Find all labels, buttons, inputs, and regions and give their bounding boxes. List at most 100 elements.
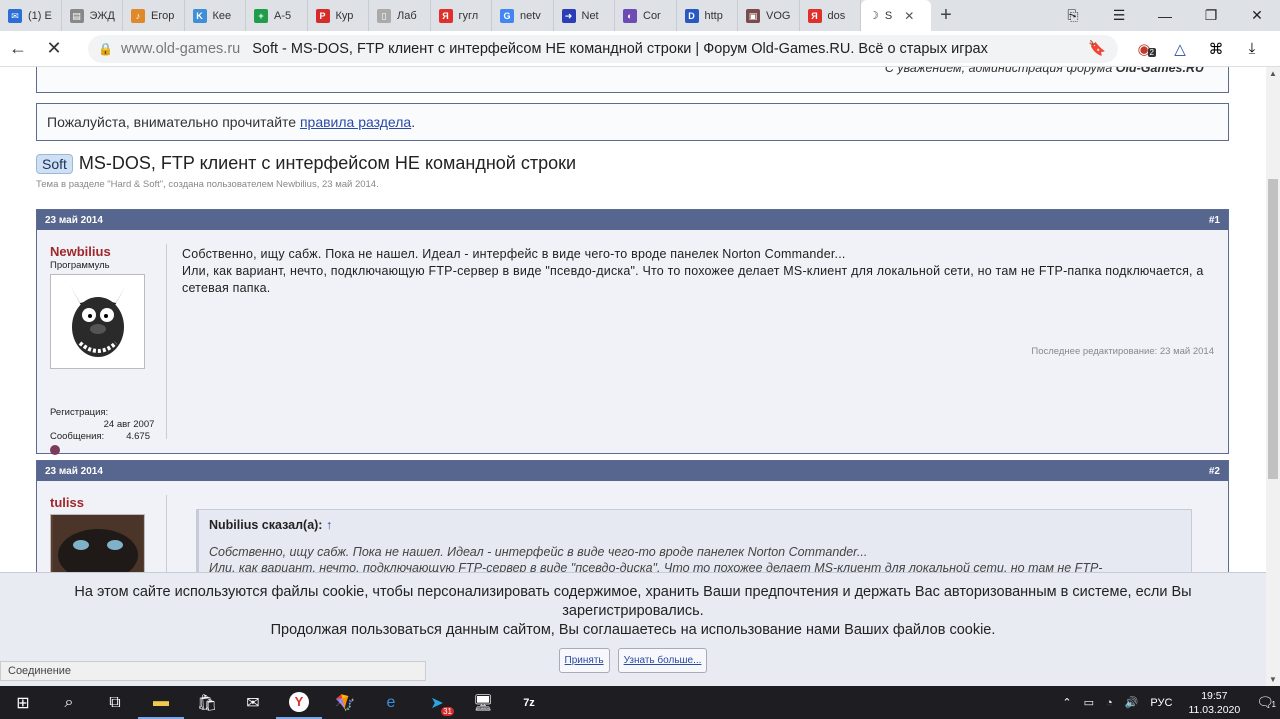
post-number[interactable]: #2 <box>1209 466 1220 477</box>
edge-icon[interactable]: e <box>368 686 414 719</box>
date: 11.03.2020 <box>1188 703 1241 716</box>
page-scrollbar[interactable]: ▲ ▼ <box>1266 67 1280 686</box>
tab-6[interactable]: ▯ Лаб <box>369 0 431 31</box>
yandex-browser-icon[interactable]: Y <box>276 686 322 719</box>
quote-author: Nubilius сказал(а): <box>209 518 323 532</box>
tab-label: А-5 <box>274 9 292 22</box>
username[interactable]: Newbilius <box>50 244 168 259</box>
avatar[interactable] <box>50 514 145 574</box>
scroll-up-icon[interactable]: ▲ <box>1266 69 1280 78</box>
tab-favicon-icon: ✉ <box>8 8 22 23</box>
task-view-icon[interactable]: ⧉ <box>92 686 138 719</box>
search-icon[interactable]: ⌕ <box>46 686 92 719</box>
collections-icon[interactable]: ⎘ <box>1050 7 1096 24</box>
tab-4[interactable]: + А-5 <box>246 0 308 31</box>
quote-line: Собственно, ищу сабж. Пока не нашел. Иде… <box>209 545 868 559</box>
telegram-icon[interactable]: ➤ 31 <box>414 686 460 719</box>
message-line: Собственно, ищу сабж. Пока не нашел. Иде… <box>182 247 846 261</box>
username[interactable]: tuliss <box>50 495 168 510</box>
admin-signature: С уважением, администрация форума Old-Ga… <box>885 67 1204 75</box>
avatar[interactable] <box>50 274 145 369</box>
windows-taskbar: ⊞ ⌕ ⧉ ▬ 🛍 ✉ Y 🪁 e ➤ 31 🖥 7z ⌃ ▭ ◔ 🔊 РУС 1… <box>0 686 1280 719</box>
post-header: 23 май 2014 #1 <box>37 210 1228 230</box>
back-button[interactable]: ← <box>0 38 36 59</box>
alice-icon[interactable]: △ <box>1162 40 1198 58</box>
tab-7[interactable]: Ягугл <box>431 0 492 31</box>
post-date: 23 май 2014 <box>45 214 103 226</box>
quote-arrow-icon[interactable]: ↑ <box>326 518 332 532</box>
volume-icon[interactable]: 🔊 <box>1125 696 1139 709</box>
tab-label: netv <box>520 9 541 22</box>
tab-2[interactable]: ♪ Егор <box>123 0 185 31</box>
tab-11[interactable]: Dhttp <box>677 0 738 31</box>
tab-favicon-icon: ▤ <box>69 8 84 23</box>
signature-site: Old-Games.RU <box>1115 67 1204 75</box>
system-tray: ⌃ ▭ ◔ 🔊 РУС 19:57 11.03.2020 🗨 1 <box>1056 686 1280 719</box>
page-title-in-address: Soft - MS-DOS, FTP клиент с интерфейсом … <box>252 40 988 57</box>
tab-label: Кее <box>212 9 232 22</box>
user-title: Программуль <box>50 260 110 271</box>
tab-favicon-icon: K <box>192 8 207 23</box>
thread-meta: Тема в разделе "Hard & Soft", создана по… <box>36 179 379 190</box>
wolf-avatar-icon <box>55 276 140 367</box>
store-icon[interactable]: 🛍 <box>184 686 230 719</box>
learn-more-button[interactable]: Узнать больше... <box>617 648 708 673</box>
tab-10[interactable]: ◐ Cor <box>615 0 677 31</box>
close-tab-icon[interactable]: ✕ <box>904 9 914 23</box>
tab-label: гугл <box>458 9 479 22</box>
tab-1[interactable]: ▤ ЭЖД <box>62 0 123 31</box>
message-line: Или, как вариант, нечто, подключающую FT… <box>182 264 1204 295</box>
clock[interactable]: 19:57 11.03.2020 <box>1188 689 1240 717</box>
thread-prefix[interactable]: Soft <box>36 153 73 174</box>
post-message: Собственно, ищу сабж. Пока не нашел. Иде… <box>182 246 1222 297</box>
7zip-icon[interactable]: 7z <box>506 686 552 719</box>
lock-icon[interactable]: 🔒 <box>98 42 113 56</box>
start-icon[interactable]: ⊞ <box>0 686 46 719</box>
battery-icon[interactable]: ▭ <box>1084 696 1094 709</box>
post-number[interactable]: #1 <box>1209 215 1220 226</box>
url-domain: www.old-games.ru <box>120 40 241 57</box>
tab-3[interactable]: K Кее <box>185 0 246 31</box>
close-window-button[interactable]: ✕ <box>1234 7 1280 24</box>
rules-text: Пожалуйста, внимательно прочитайте <box>47 114 300 130</box>
address-bar[interactable]: 🔒 www.old-games.ru Soft - MS-DOS, FTP кл… <box>88 34 1118 63</box>
new-tab-button[interactable]: + <box>931 4 961 27</box>
tab-favicon-icon: ♪ <box>131 8 145 23</box>
tab-0[interactable]: ✉ (1) E <box>0 0 62 31</box>
tab-favicon-icon: ▯ <box>377 8 391 23</box>
tab-label: (1) E <box>28 9 52 22</box>
accept-cookies-button[interactable]: Принять <box>558 648 610 673</box>
tab-8[interactable]: Gnetv <box>492 0 554 31</box>
notification-icon[interactable]: 🗨 1 <box>1256 694 1276 711</box>
restore-button[interactable]: ❐ <box>1188 7 1234 24</box>
tab-label: ЭЖД <box>89 9 115 22</box>
time: 19:57 <box>1201 689 1228 702</box>
tab-13[interactable]: Яdos <box>800 0 861 31</box>
tab-12[interactable]: ▣ VOG <box>738 0 800 31</box>
menu-icon[interactable]: ☰ <box>1096 7 1142 24</box>
translate-icon[interactable]: ⌘ <box>1198 40 1234 58</box>
tab-9[interactable]: ➜ Net <box>554 0 615 31</box>
monitor-icon[interactable]: 🖥 <box>460 686 506 719</box>
downloads-icon[interactable]: ⤓ <box>1234 40 1270 57</box>
bookmark-icon[interactable]: 🔖 <box>1088 40 1106 57</box>
tab-label: dos <box>827 9 846 22</box>
scroll-down-icon[interactable]: ▼ <box>1266 675 1280 684</box>
app-icon[interactable]: 🪁 <box>322 686 368 719</box>
tab-active[interactable]: ☽ S ✕ <box>861 0 931 31</box>
rules-link[interactable]: правила раздела <box>300 114 411 130</box>
language-indicator[interactable]: РУС <box>1150 697 1172 709</box>
adblock-icon[interactable]: ◉ 2 <box>1126 40 1162 58</box>
minimize-button[interactable]: — <box>1142 8 1188 24</box>
user-badge-icon <box>50 445 60 455</box>
mail-icon[interactable]: ✉ <box>230 686 276 719</box>
tab-5[interactable]: P Кур <box>308 0 369 31</box>
rules-suffix: . <box>411 114 416 130</box>
file-explorer-icon[interactable]: ▬ <box>138 686 184 719</box>
scroll-thumb[interactable] <box>1268 179 1278 479</box>
quote-header: Nubilius сказал(а): ↑ <box>209 518 1181 532</box>
wifi-icon[interactable]: ◔ <box>1106 697 1113 709</box>
stop-button[interactable]: ✕ <box>36 38 72 59</box>
tray-up-icon[interactable]: ⌃ <box>1062 696 1071 709</box>
user-info: tuliss <box>50 495 168 574</box>
